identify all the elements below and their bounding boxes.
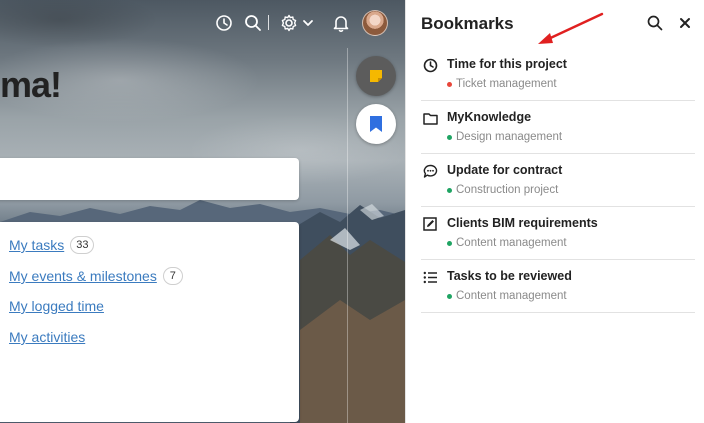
my-logged-time-link[interactable]: My logged time	[9, 298, 104, 314]
bookmark-subtitle: Construction project	[447, 184, 558, 196]
link-row-my-logged-time: My logged time	[9, 298, 104, 314]
settings-icon	[281, 14, 313, 32]
list-icon	[422, 269, 438, 285]
bookmark-item[interactable]: Time for this project Ticket management	[421, 48, 695, 101]
bookmark-item[interactable]: MyKnowledge Design management	[421, 101, 695, 154]
bookmark-category: Design management	[456, 131, 563, 143]
toolbar-separator	[268, 15, 269, 30]
notes-button[interactable]	[356, 56, 396, 96]
bookmarks-button[interactable]	[356, 104, 396, 144]
vertical-divider	[347, 48, 348, 423]
bookmark-item[interactable]: Tasks to be reviewed Content management	[421, 260, 695, 313]
status-dot	[447, 293, 452, 299]
clock-icon	[422, 57, 438, 73]
my-events-link[interactable]: My events & milestones	[9, 268, 157, 284]
link-row-my-events: My events & milestones 7	[9, 267, 183, 285]
link-row-my-activities: My activities	[9, 329, 85, 345]
search-card[interactable]	[0, 158, 299, 200]
status-dot	[447, 240, 452, 246]
my-tasks-link[interactable]: My tasks	[9, 237, 64, 253]
folder-icon	[422, 110, 438, 126]
bookmark-category: Construction project	[456, 184, 559, 196]
timer-icon[interactable]	[213, 12, 235, 34]
my-activities-link[interactable]: My activities	[9, 329, 85, 345]
count-badge: 33	[70, 236, 95, 254]
bookmark-title: Time for this project	[447, 57, 567, 71]
chat-bubble-icon	[422, 163, 438, 179]
bookmark-subtitle: Ticket management	[447, 78, 557, 90]
bookmark-category: Content management	[456, 237, 567, 249]
bookmark-title: Update for contract	[447, 163, 563, 177]
sticky-note-icon	[370, 70, 382, 82]
bookmark-title: MyKnowledge	[447, 110, 532, 124]
bookmark-item[interactable]: Clients BIM requirements Content managem…	[421, 207, 695, 260]
bookmark-item[interactable]: Update for contract Construction project	[421, 154, 695, 207]
bookmark-icon	[370, 116, 382, 132]
annotation-arrow-icon	[538, 12, 604, 44]
bookmark-category: Content management	[456, 290, 567, 302]
welcome-heading: ma!	[0, 64, 62, 105]
panel-title: Bookmarks	[421, 14, 514, 33]
close-icon[interactable]	[675, 13, 695, 33]
bookmarks-panel: Bookmarks Time for this project Ticket m…	[405, 0, 704, 423]
bookmark-category: Ticket management	[456, 78, 557, 90]
bookmark-list: Time for this project Ticket management …	[421, 48, 695, 313]
bookmark-subtitle: Content management	[447, 290, 567, 302]
bookmark-subtitle: Design management	[447, 131, 562, 143]
bell-icon[interactable]	[330, 12, 352, 34]
edit-box-icon	[422, 216, 438, 232]
panel-search-icon[interactable]	[645, 13, 665, 33]
bookmark-subtitle: Content management	[447, 237, 567, 249]
link-row-my-tasks: My tasks 33	[9, 236, 95, 254]
quick-links-card: My tasks 33 My events & milestones 7 My …	[0, 222, 299, 422]
bookmark-title: Clients BIM requirements	[447, 216, 598, 230]
search-icon[interactable]	[242, 12, 264, 34]
status-dot	[447, 187, 452, 193]
settings-menu-button[interactable]	[279, 12, 317, 34]
count-badge: 7	[162, 267, 183, 285]
avatar[interactable]	[362, 10, 388, 36]
bookmark-title: Tasks to be reviewed	[447, 269, 572, 283]
status-dot	[447, 134, 452, 140]
status-dot	[447, 81, 452, 87]
